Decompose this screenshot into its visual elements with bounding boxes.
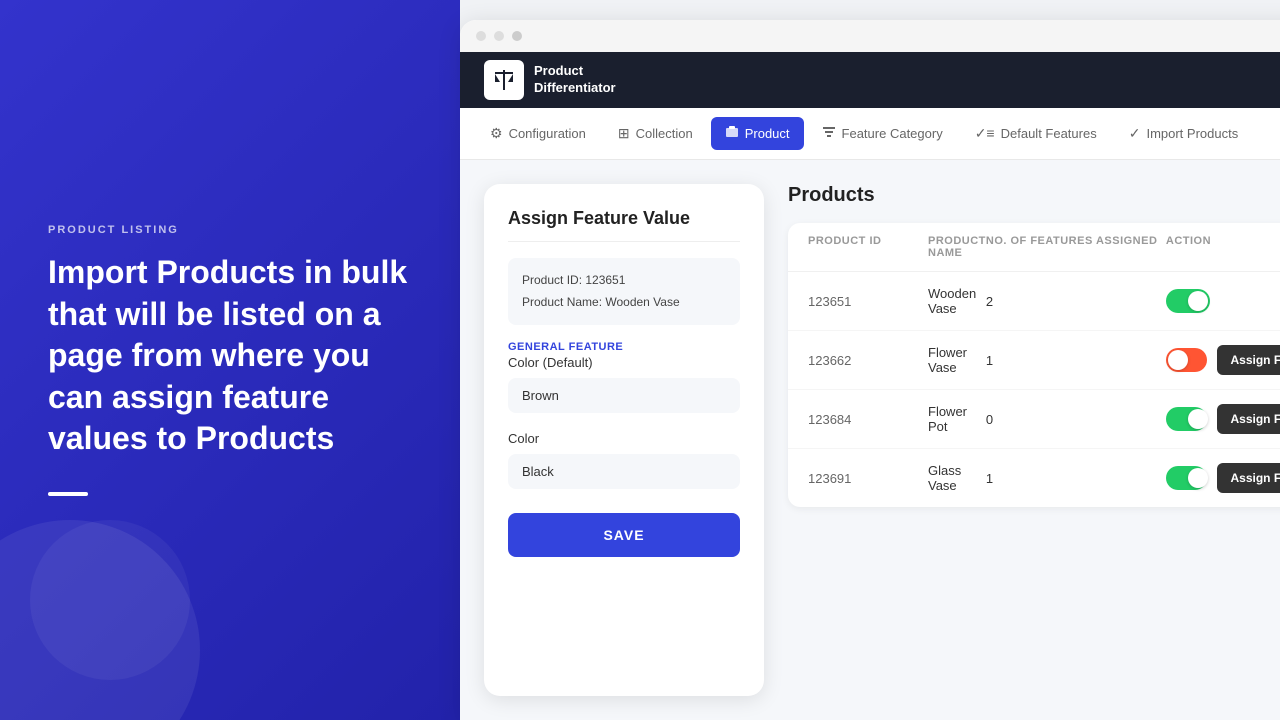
row-2-name: Flower Vase — [928, 345, 986, 375]
default-features-icon: ✓≡ — [975, 125, 995, 142]
logo-text: Product Differentiator — [534, 63, 616, 97]
tab-import-products[interactable]: ✓ Import Products — [1115, 117, 1253, 150]
feature-category-icon — [822, 125, 836, 142]
color-section: Color — [508, 429, 740, 489]
tab-configuration[interactable]: ⚙ Configuration — [476, 117, 600, 150]
tab-collection[interactable]: ⊞ Collection — [604, 117, 707, 150]
tab-default-features[interactable]: ✓≡ Default Features — [961, 117, 1111, 150]
col-action: Action — [1166, 235, 1280, 259]
row-4-features: 1 — [986, 471, 1166, 486]
right-panel: Product Differentiator ⚙ Configuration ⊞… — [460, 0, 1280, 720]
collection-icon: ⊞ — [618, 125, 630, 142]
table-row: 123684 Flower Pot 0 Assign Feature Value — [788, 390, 1280, 449]
row-1-toggle[interactable] — [1166, 289, 1210, 313]
color-default-input[interactable] — [508, 378, 740, 413]
left-panel: PRODUCT LISTING Import Products in bulk … — [0, 0, 460, 720]
nav-tabs: ⚙ Configuration ⊞ Collection Product Fea… — [460, 108, 1280, 160]
row-4-id: 123691 — [808, 471, 928, 486]
assign-feature-button-4[interactable]: Assign Feature Value — [1217, 463, 1280, 493]
row-3-action: Assign Feature Value — [1166, 404, 1280, 434]
browser-dot-2 — [494, 31, 504, 41]
row-3-id: 123684 — [808, 412, 928, 427]
row-4-toggle[interactable] — [1166, 466, 1207, 490]
browser-dot-3 — [512, 31, 522, 41]
row-2-toggle[interactable] — [1166, 348, 1207, 372]
section-label: PRODUCT LISTING — [48, 224, 412, 236]
table-row: 123691 Glass Vase 1 Assign Feature Value — [788, 449, 1280, 507]
row-1-id: 123651 — [808, 294, 928, 309]
row-1-action — [1166, 289, 1280, 313]
product-info-box: Product ID: 123651 Product Name: Wooden … — [508, 258, 740, 325]
scale-icon — [492, 68, 516, 92]
col-product-id: Product ID — [808, 235, 928, 259]
row-1-name: Wooden Vase — [928, 286, 986, 316]
row-4-action: Assign Feature Value — [1166, 463, 1280, 493]
color-label: Color — [508, 431, 740, 446]
product-name-text: Product Name: Wooden Vase — [522, 292, 726, 314]
row-2-features: 1 — [986, 353, 1166, 368]
color-input[interactable] — [508, 454, 740, 489]
tab-product[interactable]: Product — [711, 117, 804, 150]
products-table: Product ID Product Name No. of Features … — [788, 223, 1280, 507]
row-1-toggle-knob — [1188, 291, 1208, 311]
tab-feature-category[interactable]: Feature Category — [808, 117, 957, 150]
table-row: 123662 Flower Vase 1 Assign Feature Valu… — [788, 331, 1280, 390]
products-title: Products — [788, 184, 1280, 207]
color-default-label: Color (Default) — [508, 355, 740, 370]
row-2-id: 123662 — [808, 353, 928, 368]
assign-panel-title: Assign Feature Value — [508, 208, 740, 242]
hero-text: Import Products in bulk that will be lis… — [48, 252, 412, 460]
row-3-toggle-knob — [1188, 409, 1208, 429]
divider-line — [48, 492, 88, 496]
browser-dot-1 — [476, 31, 486, 41]
general-feature-section: General Feature Color (Default) — [508, 341, 740, 413]
app-header: Product Differentiator — [460, 52, 1280, 108]
row-2-action: Assign Feature Value — [1166, 345, 1280, 375]
logo-area: Product Differentiator — [484, 60, 616, 100]
assign-feature-button-2[interactable]: Assign Feature Value — [1217, 345, 1280, 375]
logo-icon — [484, 60, 524, 100]
row-3-features: 0 — [986, 412, 1166, 427]
row-4-name: Glass Vase — [928, 463, 986, 493]
table-row: 123651 Wooden Vase 2 — [788, 272, 1280, 331]
row-3-toggle[interactable] — [1166, 407, 1207, 431]
row-3-name: Flower Pot — [928, 404, 986, 434]
col-features-assigned: No. of Features Assigned — [986, 235, 1166, 259]
row-2-toggle-knob — [1168, 350, 1188, 370]
save-button[interactable]: SAVE — [508, 513, 740, 557]
browser-chrome: Product Differentiator ⚙ Configuration ⊞… — [460, 20, 1280, 720]
table-header: Product ID Product Name No. of Features … — [788, 223, 1280, 272]
assign-feature-panel: Assign Feature Value Product ID: 123651 … — [484, 184, 764, 696]
assign-feature-button-3[interactable]: Assign Feature Value — [1217, 404, 1280, 434]
row-1-features: 2 — [986, 294, 1166, 309]
general-feature-label: General Feature — [508, 341, 740, 353]
product-icon — [725, 125, 739, 142]
browser-bar — [460, 20, 1280, 52]
product-id-text: Product ID: 123651 — [522, 270, 726, 292]
row-4-toggle-knob — [1188, 468, 1208, 488]
products-section: Products Product ID Product Name No. of … — [764, 160, 1280, 720]
import-icon: ✓ — [1129, 125, 1141, 142]
main-content: Assign Feature Value Product ID: 123651 … — [460, 160, 1280, 720]
configuration-icon: ⚙ — [490, 125, 503, 142]
col-product-name: Product Name — [928, 235, 986, 259]
